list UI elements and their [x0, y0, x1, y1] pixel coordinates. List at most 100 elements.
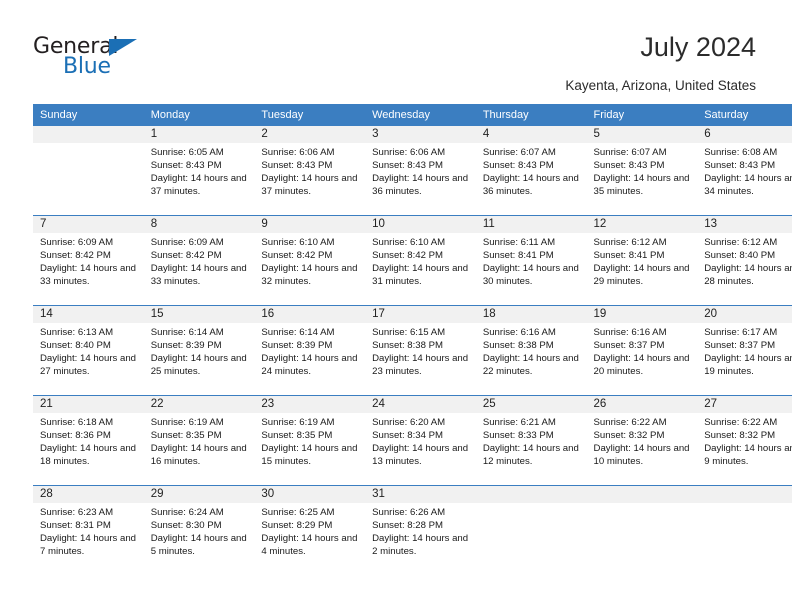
calendar-day-cell[interactable]: 6 Sunrise: 6:08 AM Sunset: 8:43 PM Daylight… — [697, 126, 792, 216]
day-number: 11 — [475, 216, 587, 233]
day-number: 18 — [475, 306, 587, 323]
calendar-day-cell[interactable]: 18 Sunrise: 6:16 AM Sunset: 8:38 PM Dayligh… — [475, 305, 587, 396]
daylight-text: Daylight: 14 hours and 18 minutes. — [40, 443, 136, 467]
calendar-day-cell[interactable]: 4 Sunrise: 6:07 AM Sunset: 8:43 PM Daylight… — [475, 126, 587, 216]
day-details: Sunrise: 6:23 AM Sunset: 8:31 PM Daylight:… — [33, 503, 144, 558]
day-number: 19 — [586, 306, 698, 323]
daylight-text: Daylight: 14 hours and 10 minutes. — [593, 443, 690, 467]
calendar-day-cell[interactable]: 1 Sunrise: 6:05 AM Sunset: 8:43 PM Daylight… — [143, 126, 255, 216]
day-cell-inner: 22 Sunrise: 6:19 AM Sunset: 8:35 PM Dayligh… — [143, 396, 255, 485]
day-number: 26 — [586, 396, 698, 413]
calendar-day-cell[interactable]: 8 Sunrise: 6:09 AM Sunset: 8:42 PM Daylight… — [143, 215, 255, 306]
calendar-day-cell[interactable]: 27 Sunrise: 6:22 AM Sunset: 8:32 PM Dayligh… — [697, 395, 792, 486]
calendar-week-row: 14 Sunrise: 6:13 AM Sunset: 8:40 PM Dayligh… — [33, 305, 792, 396]
daylight-text: Daylight: 14 hours and 29 minutes. — [593, 263, 690, 287]
day-details: Sunrise: 6:18 AM Sunset: 8:36 PM Daylight:… — [33, 413, 144, 468]
calendar-week-row: 7 Sunrise: 6:09 AM Sunset: 8:42 PM Daylight… — [33, 215, 792, 306]
day-cell-inner: 16 Sunrise: 6:14 AM Sunset: 8:39 PM Dayligh… — [254, 306, 366, 395]
day-details: Sunrise: 6:26 AM Sunset: 8:28 PM Daylight:… — [365, 503, 476, 558]
calendar-day-cell[interactable]: 14 Sunrise: 6:13 AM Sunset: 8:40 PM Dayligh… — [33, 305, 144, 396]
sunset-text: Sunset: 8:37 PM — [704, 340, 776, 351]
day-number — [475, 486, 587, 503]
calendar-day-cell[interactable]: 21 Sunrise: 6:18 AM Sunset: 8:36 PM Dayligh… — [33, 395, 144, 486]
day-details: Sunrise: 6:20 AM Sunset: 8:34 PM Daylight:… — [365, 413, 476, 468]
calendar-day-cell[interactable]: 17 Sunrise: 6:15 AM Sunset: 8:38 PM Dayligh… — [365, 305, 476, 396]
calendar-day-cell[interactable]: 3 Sunrise: 6:06 AM Sunset: 8:43 PM Daylight… — [365, 126, 476, 216]
calendar-day-cell[interactable]: 22 Sunrise: 6:19 AM Sunset: 8:35 PM Dayligh… — [143, 395, 255, 486]
sunrise-text: Sunrise: 6:16 AM — [593, 327, 667, 338]
calendar-day-cell[interactable]: 26 Sunrise: 6:22 AM Sunset: 8:32 PM Dayligh… — [586, 395, 698, 486]
day-cell-inner: 30 Sunrise: 6:25 AM Sunset: 8:29 PM Dayligh… — [254, 486, 366, 575]
general-blue-logo[interactable]: General Blue — [33, 34, 233, 82]
sunrise-text: Sunrise: 6:25 AM — [261, 507, 335, 518]
calendar-day-cell[interactable]: 10 Sunrise: 6:10 AM Sunset: 8:42 PM Dayligh… — [365, 215, 476, 306]
sunrise-text: Sunrise: 6:26 AM — [372, 507, 446, 518]
day-number: 21 — [33, 396, 144, 413]
day-number: 23 — [254, 396, 366, 413]
day-details: Sunrise: 6:14 AM Sunset: 8:39 PM Daylight:… — [254, 323, 365, 378]
daylight-text: Daylight: 14 hours and 30 minutes. — [482, 263, 579, 287]
calendar-day-cell[interactable]: 9 Sunrise: 6:10 AM Sunset: 8:42 PM Daylight… — [254, 215, 366, 306]
daylight-text: Daylight: 14 hours and 13 minutes. — [372, 443, 469, 467]
weekday-header-thursday: Thursday — [475, 104, 587, 126]
daylight-text: Daylight: 14 hours and 15 minutes. — [261, 443, 358, 467]
day-number: 13 — [697, 216, 792, 233]
calendar-day-cell[interactable]: 19 Sunrise: 6:16 AM Sunset: 8:37 PM Dayligh… — [586, 305, 698, 396]
calendar-day-cell[interactable]: 20 Sunrise: 6:17 AM Sunset: 8:37 PM Dayligh… — [697, 305, 792, 396]
day-number — [697, 486, 792, 503]
calendar-day-cell[interactable]: 23 Sunrise: 6:19 AM Sunset: 8:35 PM Dayligh… — [254, 395, 366, 486]
daylight-text: Daylight: 14 hours and 23 minutes. — [372, 353, 469, 377]
day-cell-inner: 18 Sunrise: 6:16 AM Sunset: 8:38 PM Dayligh… — [475, 306, 587, 395]
day-details: Sunrise: 6:12 AM Sunset: 8:41 PM Daylight:… — [587, 233, 698, 288]
sunset-text: Sunset: 8:41 PM — [482, 250, 554, 261]
daylight-text: Daylight: 14 hours and 28 minutes. — [704, 263, 792, 287]
calendar-day-cell[interactable]: 11 Sunrise: 6:11 AM Sunset: 8:41 PM Dayligh… — [475, 215, 587, 306]
daylight-text: Daylight: 14 hours and 20 minutes. — [593, 353, 690, 377]
calendar-day-cell[interactable]: 30 Sunrise: 6:25 AM Sunset: 8:29 PM Dayligh… — [254, 485, 366, 575]
day-cell-inner: 23 Sunrise: 6:19 AM Sunset: 8:35 PM Dayligh… — [254, 396, 366, 485]
calendar-body: 1 Sunrise: 6:05 AM Sunset: 8:43 PM Daylight… — [33, 126, 792, 575]
calendar-day-cell[interactable]: 13 Sunrise: 6:12 AM Sunset: 8:40 PM Dayligh… — [697, 215, 792, 306]
daylight-text: Daylight: 14 hours and 36 minutes. — [372, 173, 469, 197]
day-number: 1 — [143, 126, 255, 143]
day-number: 22 — [143, 396, 255, 413]
sunrise-text: Sunrise: 6:10 AM — [372, 237, 446, 248]
day-details: Sunrise: 6:12 AM Sunset: 8:40 PM Daylight:… — [697, 233, 792, 288]
day-cell-inner: 21 Sunrise: 6:18 AM Sunset: 8:36 PM Dayligh… — [33, 396, 144, 485]
sunset-text: Sunset: 8:40 PM — [704, 250, 776, 261]
sunrise-text: Sunrise: 6:19 AM — [150, 417, 224, 428]
sunset-text: Sunset: 8:35 PM — [150, 430, 222, 441]
day-details: Sunrise: 6:21 AM Sunset: 8:33 PM Daylight:… — [476, 413, 587, 468]
sunrise-text: Sunrise: 6:12 AM — [593, 237, 667, 248]
day-cell-inner: 12 Sunrise: 6:12 AM Sunset: 8:41 PM Dayligh… — [586, 216, 698, 305]
calendar-day-cell[interactable]: 15 Sunrise: 6:14 AM Sunset: 8:39 PM Dayligh… — [143, 305, 255, 396]
day-number: 12 — [586, 216, 698, 233]
sunrise-text: Sunrise: 6:09 AM — [40, 237, 114, 248]
sunset-text: Sunset: 8:42 PM — [150, 250, 222, 261]
calendar-day-cell[interactable]: 29 Sunrise: 6:24 AM Sunset: 8:30 PM Dayligh… — [143, 485, 255, 575]
calendar-week-row: 28 Sunrise: 6:23 AM Sunset: 8:31 PM Dayligh… — [33, 485, 792, 575]
calendar-day-cell[interactable]: 28 Sunrise: 6:23 AM Sunset: 8:31 PM Dayligh… — [33, 485, 144, 575]
sunrise-text: Sunrise: 6:05 AM — [150, 147, 224, 158]
calendar-day-cell[interactable]: 2 Sunrise: 6:06 AM Sunset: 8:43 PM Daylight… — [254, 126, 366, 216]
day-details: Sunrise: 6:24 AM Sunset: 8:30 PM Daylight:… — [144, 503, 255, 558]
day-number: 4 — [475, 126, 587, 143]
calendar-day-cell[interactable]: 16 Sunrise: 6:14 AM Sunset: 8:39 PM Dayligh… — [254, 305, 366, 396]
calendar-day-cell[interactable]: 12 Sunrise: 6:12 AM Sunset: 8:41 PM Dayligh… — [586, 215, 698, 306]
calendar-day-cell[interactable]: 5 Sunrise: 6:07 AM Sunset: 8:43 PM Daylight… — [586, 126, 698, 216]
sunset-text: Sunset: 8:42 PM — [261, 250, 333, 261]
daylight-text: Daylight: 14 hours and 33 minutes. — [40, 263, 136, 287]
calendar-day-cell[interactable]: 31 Sunrise: 6:26 AM Sunset: 8:28 PM Dayligh… — [365, 485, 476, 575]
day-details: Sunrise: 6:07 AM Sunset: 8:43 PM Daylight:… — [476, 143, 587, 198]
daylight-text: Daylight: 14 hours and 7 minutes. — [40, 533, 136, 557]
day-cell-inner: 9 Sunrise: 6:10 AM Sunset: 8:42 PM Daylight… — [254, 216, 366, 305]
calendar-page: General Blue July 2024 Kayenta, Arizona,… — [0, 0, 792, 612]
calendar-day-cell[interactable]: 25 Sunrise: 6:21 AM Sunset: 8:33 PM Dayligh… — [475, 395, 587, 486]
calendar-day-cell[interactable]: 24 Sunrise: 6:20 AM Sunset: 8:34 PM Dayligh… — [365, 395, 476, 486]
day-cell-inner: 6 Sunrise: 6:08 AM Sunset: 8:43 PM Daylight… — [697, 126, 792, 215]
sunset-text: Sunset: 8:39 PM — [150, 340, 222, 351]
calendar-day-cell[interactable]: 7 Sunrise: 6:09 AM Sunset: 8:42 PM Daylight… — [33, 215, 144, 306]
sunrise-text: Sunrise: 6:18 AM — [40, 417, 114, 428]
logo-text-blue: Blue — [63, 54, 111, 79]
day-cell-inner: 31 Sunrise: 6:26 AM Sunset: 8:28 PM Dayligh… — [365, 486, 476, 575]
